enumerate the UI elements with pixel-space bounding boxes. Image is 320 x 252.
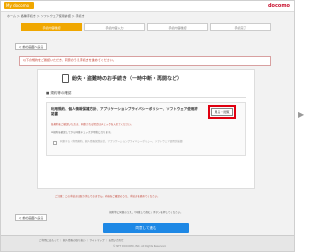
agree-checkbox-row[interactable]: 同意する（利用規約、個人情報保護方針、アプリケーションプライバシーポリシー、ソフ… xyxy=(51,140,239,147)
copyright: © NTT DOCOMO, INC. All Rights Reserved. xyxy=(113,245,167,248)
agreement-note: ※規約を確認してから同意チェックが可能になります。 xyxy=(51,131,113,134)
agreement-title: 利用規約、個人情報保護方針、アプリケーションプライバシーポリシー、ソフトウェア使… xyxy=(51,107,198,116)
notice-message: 以下の規約をご確認いただき、同意のうえ手続きを進めてください。 xyxy=(19,56,271,66)
section-divider xyxy=(46,97,246,98)
warning-text: ご注意：この手続きは取り消しできません。内容をご確認のうえ、手続きを進めてくださ… xyxy=(55,195,160,198)
footer: ご利用にあたって ｜ 個人情報の取り扱い ｜ サイトマップ ｜ お問い合わせ ©… xyxy=(1,235,294,251)
step-3: 手続内容確認 xyxy=(147,23,208,31)
agreement-description: 各規約をご確認いただき、同意される場合はチェックを入れてください。 xyxy=(51,123,134,126)
agree-proceed-button[interactable]: 同意して進む xyxy=(103,223,189,233)
footer-links[interactable]: ご利用にあたって ｜ 個人情報の取り扱い ｜ サイトマップ ｜ お問い合わせ xyxy=(39,238,124,242)
agree-checkbox-label[interactable]: 同意する（利用規約、個人情報保護方針、アプリケーションプライバシーポリシー、ソフ… xyxy=(60,140,238,144)
step-4: 手続完了 xyxy=(210,23,271,31)
section-label: ■ 規約等の確認 xyxy=(46,91,72,95)
card-title: 紛失・盗難時のお手続き（一時中断・再開など） xyxy=(72,76,183,82)
agreement-box: 利用規約、個人情報保護方針、アプリケーションプライバシーポリシー、ソフトウェア使… xyxy=(46,102,246,156)
breadcrumb[interactable]: ホーム ＞ 各種手続き ＞ ソフトウェア使用許諾 ＞ 手続き xyxy=(7,14,85,18)
back-button-top[interactable]: ＜ 前の画面へ戻る xyxy=(15,43,47,50)
header-bar: My docomo docomo xyxy=(1,1,294,12)
step-2: 手続内容入力 xyxy=(84,23,145,31)
back-button-bottom[interactable]: ＜ 前の画面へ戻る xyxy=(15,214,47,221)
progress-steps: 手続内容確認 手続内容入力 手続内容確認 手続完了 xyxy=(21,23,273,33)
procedure-card: 紛失・盗難時のお手続き（一時中断・再開など） ■ 規約等の確認 利用規約、個人情… xyxy=(37,69,255,189)
agree-instruction: 規約等に同意のうえ、「同意して進む」ボタンを押してください。 xyxy=(109,211,183,214)
next-arrow-icon[interactable]: ▶ xyxy=(298,110,304,119)
page-frame: My docomo docomo ホーム ＞ 各種手続き ＞ ソフトウェア使用許… xyxy=(0,0,295,252)
document-icon xyxy=(62,74,69,83)
agree-checkbox[interactable] xyxy=(53,141,57,145)
docomo-brand[interactable]: docomo xyxy=(268,2,290,10)
step-1: 手続内容確認 xyxy=(21,23,82,31)
highlight-box xyxy=(208,105,236,119)
mydocomo-logo[interactable]: My docomo xyxy=(4,2,34,9)
